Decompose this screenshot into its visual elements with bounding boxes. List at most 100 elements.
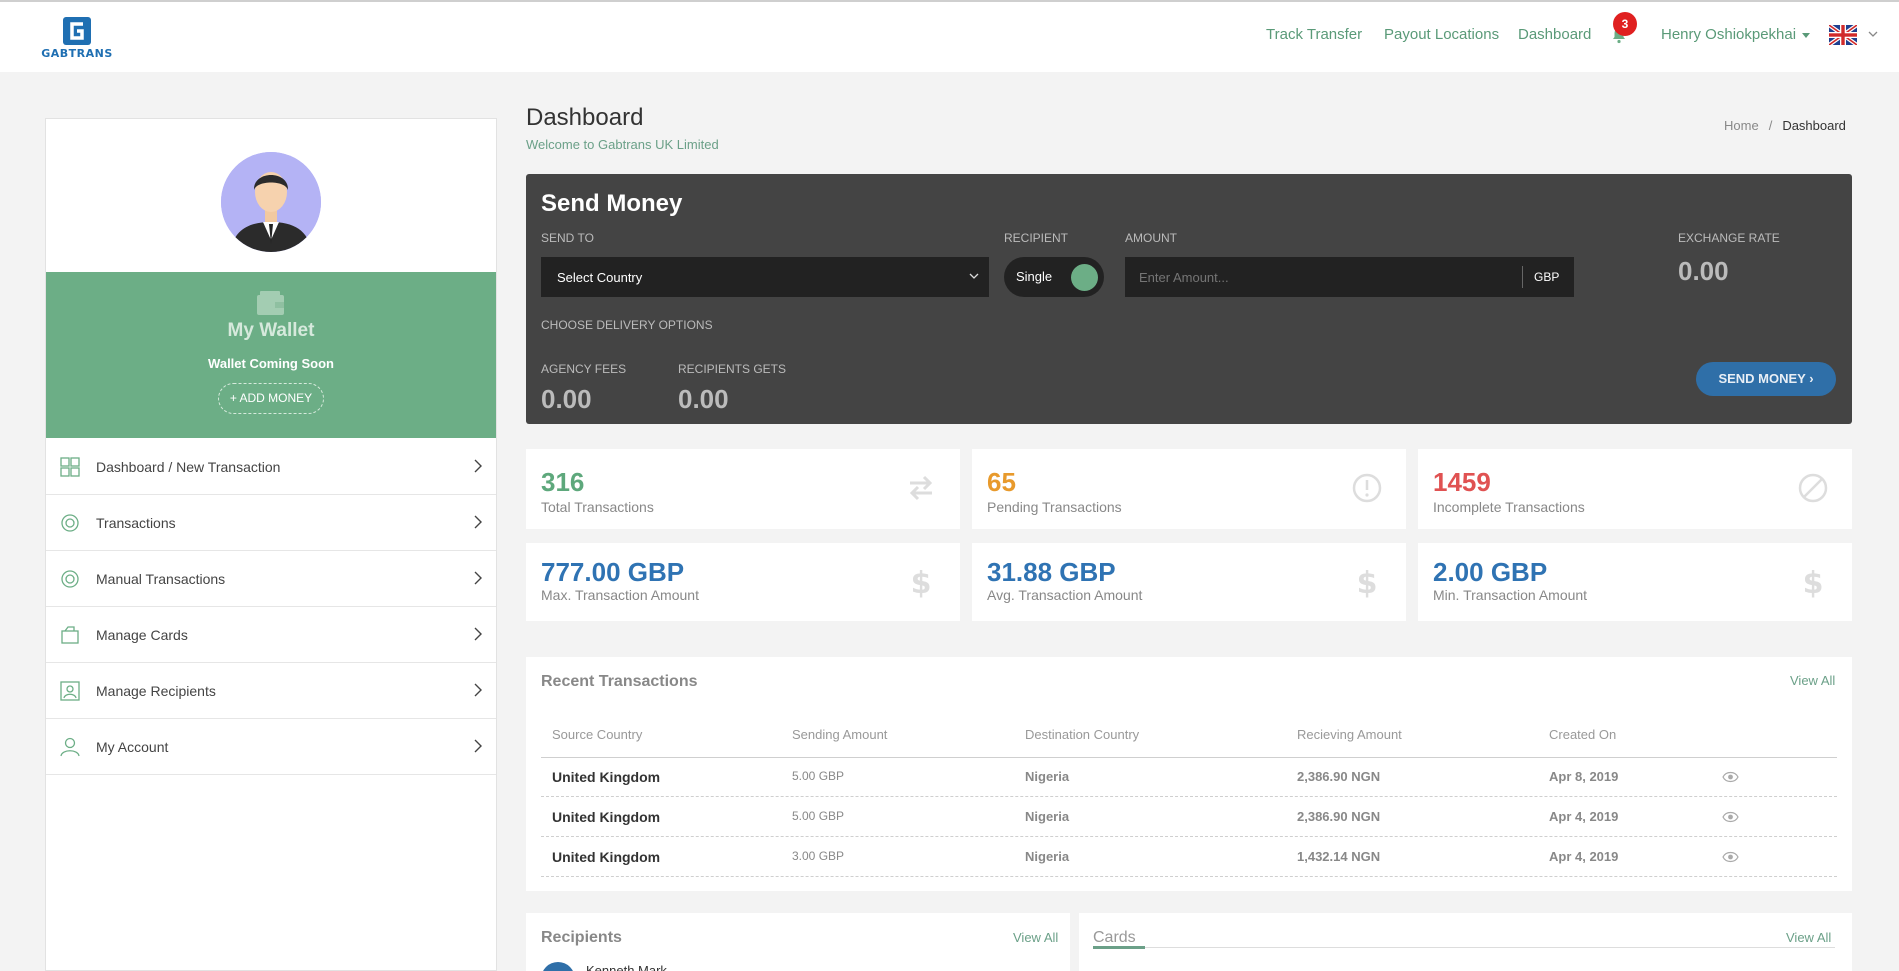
stat-label: Avg. Transaction Amount bbox=[987, 587, 1143, 603]
column-header: Recieving Amount bbox=[1297, 727, 1402, 742]
destination-country: Nigeria bbox=[1025, 809, 1070, 824]
exchange-rate-label: EXCHANGE RATE bbox=[1678, 231, 1780, 245]
sidebar-item-label: Manage Recipients bbox=[96, 683, 216, 699]
created-on: Apr 4, 2019 bbox=[1549, 809, 1619, 824]
chevron-right-icon bbox=[474, 515, 482, 529]
stat-label: Min. Transaction Amount bbox=[1433, 587, 1588, 603]
recent-view-all-link[interactable]: View All bbox=[1790, 673, 1835, 688]
transactions-icon bbox=[61, 514, 79, 532]
table-row[interactable]: United Kingdom 5.00 GBP Nigeria 2,386.90… bbox=[541, 797, 1837, 837]
cards-icon bbox=[61, 626, 79, 644]
chevron-right-icon bbox=[474, 459, 482, 473]
recipients-icon bbox=[60, 681, 80, 701]
breadcrumb-current: Dashboard bbox=[1782, 118, 1846, 133]
delivery-options-label: CHOOSE DELIVERY OPTIONS bbox=[541, 318, 713, 332]
exchange-rate-value: 0.00 bbox=[1678, 256, 1729, 286]
stat-max-amount[interactable]: 777.00 GBP Max. Transaction Amount $ bbox=[526, 543, 960, 621]
logo-g-icon bbox=[63, 17, 91, 45]
amount-input[interactable] bbox=[1125, 257, 1574, 297]
created-on: Apr 8, 2019 bbox=[1549, 769, 1619, 784]
eye-icon[interactable] bbox=[1722, 771, 1739, 783]
column-header: Destination Country bbox=[1025, 727, 1140, 742]
chevron-down-icon[interactable] bbox=[1868, 29, 1878, 39]
eye-icon[interactable] bbox=[1722, 811, 1739, 823]
chevron-down-icon bbox=[969, 273, 979, 279]
user-name: Henry Oshiokpekhai bbox=[1661, 26, 1797, 43]
stat-min-amount[interactable]: 2.00 GBP Min. Transaction Amount $ bbox=[1418, 543, 1852, 621]
stat-value: 65 bbox=[987, 467, 1016, 497]
exclamation-circle-icon bbox=[1352, 473, 1382, 503]
dollar-icon: $ bbox=[1803, 566, 1824, 599]
recipient-gets-label: RECIPIENTS GETS bbox=[678, 362, 787, 376]
tab-active-indicator bbox=[1093, 946, 1145, 949]
recipient-label: RECIPIENT bbox=[1004, 231, 1069, 245]
table-row[interactable]: United Kingdom 5.00 GBP Nigeria 2,386.90… bbox=[541, 757, 1837, 797]
top-navbar: GABTRANS Track Transfer Payout Locations… bbox=[0, 0, 1899, 72]
wallet-panel: My Wallet Wallet Coming Soon + ADD MONEY bbox=[46, 272, 496, 438]
sidebar-item-transactions[interactable]: Transactions bbox=[46, 495, 496, 551]
dollar-icon: $ bbox=[1357, 566, 1378, 599]
user-menu[interactable]: Henry Oshiokpekhai bbox=[1661, 26, 1811, 43]
source-country: United Kingdom bbox=[552, 809, 661, 825]
eye-icon[interactable] bbox=[1722, 851, 1739, 863]
sending-amount: 3.00 GBP bbox=[792, 849, 845, 863]
chevron-right-icon bbox=[474, 739, 482, 753]
breadcrumb: Home / Dashboard bbox=[1724, 118, 1846, 133]
caret-down-icon bbox=[1802, 32, 1811, 38]
table-row[interactable]: United Kingdom 3.00 GBP Nigeria 1,432.14… bbox=[541, 837, 1837, 877]
sidebar-item-label: Transactions bbox=[96, 515, 176, 531]
stat-value: 31.88 GBP bbox=[987, 557, 1116, 587]
stat-pending-transactions[interactable]: 65 Pending Transactions bbox=[972, 449, 1406, 529]
recent-transactions-card: Recent Transactions View All Source Coun… bbox=[526, 657, 1852, 891]
recipient-avatar bbox=[541, 962, 575, 971]
nav-track-transfer[interactable]: Track Transfer bbox=[1266, 26, 1362, 43]
sidebar-item-manage-recipients[interactable]: Manage Recipients bbox=[46, 663, 496, 719]
breadcrumb-home[interactable]: Home bbox=[1724, 118, 1759, 133]
stat-total-transactions[interactable]: 316 Total Transactions bbox=[526, 449, 960, 529]
recipients-view-all-link[interactable]: View All bbox=[1013, 930, 1058, 945]
chevron-right-icon bbox=[474, 627, 482, 641]
sidebar-item-dashboard[interactable]: Dashboard / New Transaction bbox=[46, 439, 496, 495]
sidebar-item-manage-cards[interactable]: Manage Cards bbox=[46, 607, 496, 663]
stat-label: Total Transactions bbox=[541, 499, 654, 515]
country-select[interactable]: Select Country bbox=[541, 257, 989, 297]
stat-incomplete-transactions[interactable]: 1459 Incomplete Transactions bbox=[1418, 449, 1852, 529]
svg-text:$: $ bbox=[1357, 566, 1378, 599]
nav-dashboard[interactable]: Dashboard bbox=[1518, 26, 1591, 43]
chevron-right-icon bbox=[474, 571, 482, 585]
sending-amount: 5.00 GBP bbox=[792, 809, 845, 823]
notification-badge[interactable]: 3 bbox=[1613, 12, 1637, 36]
created-on: Apr 4, 2019 bbox=[1549, 849, 1619, 864]
receiving-amount: 1,432.14 NGN bbox=[1297, 849, 1381, 864]
recipients-card: Recipients View All Kenneth Mark bbox=[526, 913, 1070, 971]
send-to-label: SEND TO bbox=[541, 231, 594, 245]
send-money-button[interactable]: SEND MONEY › bbox=[1696, 362, 1836, 396]
add-money-button[interactable]: + ADD MONEY bbox=[218, 383, 324, 414]
svg-text:$: $ bbox=[911, 566, 932, 599]
uk-flag-icon[interactable] bbox=[1829, 25, 1857, 45]
amount-label: AMOUNT bbox=[1125, 231, 1177, 245]
toggle-knob bbox=[1071, 264, 1098, 291]
avatar[interactable] bbox=[221, 152, 321, 252]
transfer-arrows-icon bbox=[909, 475, 933, 501]
recipient-toggle[interactable]: Single bbox=[1004, 257, 1104, 297]
cards-card: Cards View All bbox=[1079, 913, 1852, 971]
sidebar-item-label: Dashboard / New Transaction bbox=[96, 459, 281, 475]
cards-view-all-link[interactable]: View All bbox=[1786, 930, 1831, 945]
sidebar-item-my-account[interactable]: My Account bbox=[46, 719, 496, 775]
sending-amount: 5.00 GBP bbox=[792, 769, 845, 783]
sidebar-item-manual-transactions[interactable]: Manual Transactions bbox=[46, 551, 496, 607]
chevron-right-icon bbox=[474, 683, 482, 697]
agency-fees-value: 0.00 bbox=[541, 384, 592, 414]
wallet-title: My Wallet bbox=[227, 320, 315, 341]
recipients-title: Recipients bbox=[541, 929, 622, 946]
user-icon bbox=[60, 737, 80, 757]
column-header: Created On bbox=[1549, 727, 1617, 742]
stat-avg-amount[interactable]: 31.88 GBP Avg. Transaction Amount $ bbox=[972, 543, 1406, 621]
tab-cards[interactable]: Cards bbox=[1093, 929, 1136, 947]
currency-label: GBP bbox=[1522, 266, 1559, 288]
nav-payout-locations[interactable]: Payout Locations bbox=[1384, 26, 1499, 43]
recipient-name[interactable]: Kenneth Mark bbox=[586, 963, 667, 971]
brand-logo[interactable]: GABTRANS bbox=[36, 16, 118, 60]
stat-value: 1459 bbox=[1433, 467, 1491, 497]
